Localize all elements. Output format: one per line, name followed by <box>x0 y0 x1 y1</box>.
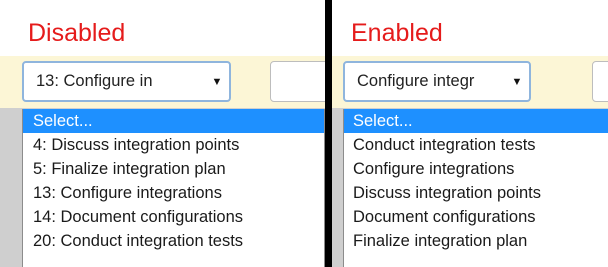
dropdown-option[interactable]: Discuss integration points <box>344 181 608 205</box>
dropdown-option[interactable]: Finalize integration plan <box>344 229 608 253</box>
panel-heading: Enabled <box>351 19 443 47</box>
dropdown-option[interactable]: 20: Conduct integration tests <box>23 229 324 253</box>
dropdown-list: Select... 4: Discuss integration points … <box>22 109 325 267</box>
enabled-panel: Enabled Configure integr ▼ Select... Con… <box>332 0 608 267</box>
panel-heading: Disabled <box>28 19 126 47</box>
dropdown-list: Select... Conduct integration tests Conf… <box>343 109 608 267</box>
select-value: 13: Configure in <box>36 72 153 90</box>
option-select-placeholder[interactable]: Select... <box>23 109 324 133</box>
dropdown-option[interactable]: Document configurations <box>344 205 608 229</box>
dropdown-option[interactable]: 14: Document configurations <box>23 205 324 229</box>
disabled-panel: Disabled 13: Configure in ▼ Select... 4:… <box>0 0 325 267</box>
panel-divider <box>325 0 332 267</box>
dropdown-option[interactable]: Conduct integration tests <box>344 133 608 157</box>
chevron-down-icon: ▼ <box>211 75 223 88</box>
task-select[interactable]: 13: Configure in ▼ <box>22 61 231 102</box>
dropdown-option[interactable]: 4: Discuss integration points <box>23 133 324 157</box>
select-value: Configure integr <box>357 72 475 90</box>
dropdown-option[interactable]: 13: Configure integrations <box>23 181 324 205</box>
action-button[interactable] <box>270 61 325 102</box>
chevron-down-icon: ▼ <box>511 75 523 88</box>
dropdown-option[interactable]: 5: Finalize integration plan <box>23 157 324 181</box>
dropdown-option[interactable]: Configure integrations <box>344 157 608 181</box>
task-select[interactable]: Configure integr ▼ <box>343 61 531 102</box>
option-select-placeholder[interactable]: Select... <box>344 109 608 133</box>
action-button[interactable] <box>592 61 608 102</box>
